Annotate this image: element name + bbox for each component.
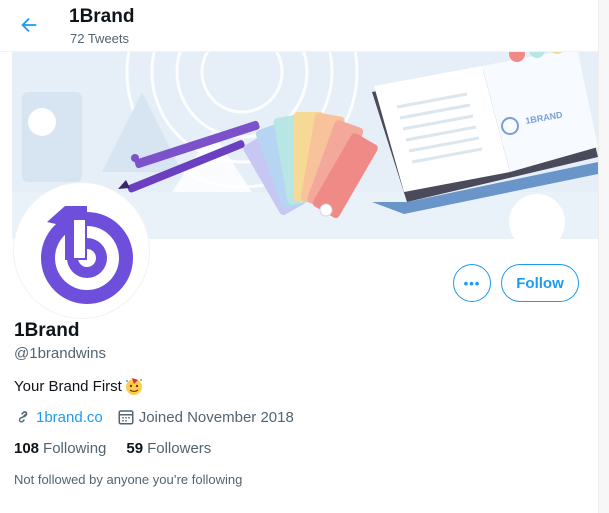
following-count: 108 (14, 440, 40, 457)
top-bar: 1Brand 72 Tweets (0, 0, 598, 52)
more-options-button[interactable]: ••• (453, 264, 491, 302)
mutual-followers-note: Not followed by anyone you’re following (14, 472, 243, 487)
link-icon (18, 411, 28, 423)
party-face-icon (125, 378, 142, 395)
avatar[interactable] (14, 183, 149, 318)
back-button[interactable] (12, 8, 46, 42)
followers-count: 59 (126, 440, 144, 457)
brand-logo-icon (40, 205, 133, 304)
profile-name: 1Brand (14, 320, 80, 341)
scrollbar[interactable] (598, 0, 609, 513)
arrow-left-icon (21, 17, 37, 33)
follow-stats: 108 Following 59 Followers (14, 440, 211, 457)
followers-stat[interactable]: 59 Followers (126, 440, 211, 457)
calendar-icon (118, 410, 134, 425)
page-title: 1Brand (69, 6, 135, 27)
tweet-count: 72 Tweets (70, 31, 130, 46)
profile-meta: 1brand.co Joined November 2018 (14, 408, 308, 426)
more-dots-icon: ••• (463, 275, 481, 291)
profile-bio: Your Brand First (14, 376, 144, 396)
follow-button[interactable]: Follow (501, 264, 579, 302)
website-link[interactable]: 1brand.co (36, 409, 103, 426)
following-label: Following (43, 440, 107, 457)
followers-label: Followers (147, 440, 212, 457)
profile-handle: @1brandwins (14, 345, 106, 362)
bio-text: Your Brand First (14, 377, 122, 395)
joined-date: Joined November 2018 (138, 408, 294, 426)
following-stat[interactable]: 108 Following (14, 440, 106, 457)
